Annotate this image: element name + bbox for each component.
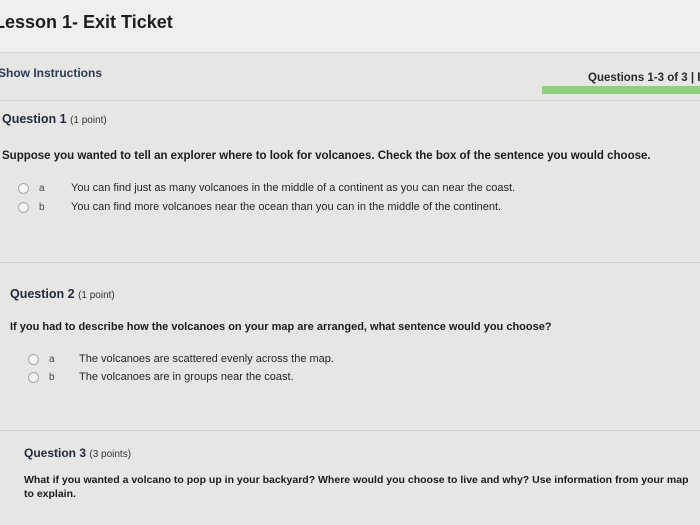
radio-button[interactable] [18, 201, 29, 213]
progress-bar [542, 86, 700, 94]
question-1-option-b[interactable]: b You can find more volcanoes near the o… [18, 199, 501, 215]
question-count: Questions 1-3 of 3 | P [588, 72, 700, 84]
option-letter: b [39, 201, 45, 213]
option-text: The volcanoes are in groups near the coa… [79, 371, 294, 383]
option-text: You can find just as many volcanoes in t… [71, 182, 516, 194]
question-3-points: (3 points) [89, 449, 132, 460]
radio-button[interactable] [28, 371, 39, 383]
option-letter: b [49, 371, 55, 383]
progress-bar-fill [542, 86, 700, 94]
question-1-option-a[interactable]: a You can find just as many volcanoes in… [18, 180, 515, 196]
question-1-prompt: Suppose you wanted to tell an explorer w… [2, 150, 651, 162]
question-2-prompt: If you had to describe how the volcanoes… [10, 321, 552, 333]
option-letter: a [49, 353, 55, 365]
option-text: The volcanoes are scattered evenly acros… [79, 353, 334, 365]
question-3-heading: Question 3 (3 points) [24, 446, 131, 460]
show-instructions-link[interactable]: Show Instructions [0, 66, 102, 80]
question-1-heading: Question 1 (1 point) [2, 112, 107, 126]
question-2-points: (1 point) [78, 290, 115, 301]
question-1-label: Question 1 [2, 112, 67, 126]
page-header: Lesson 1- Exit Ticket [0, 0, 700, 53]
divider [0, 100, 700, 101]
question-3-prompt: What if you wanted a volcano to pop up i… [24, 474, 689, 500]
page-title: Lesson 1- Exit Ticket [0, 12, 173, 32]
question-1-points: (1 point) [70, 115, 107, 126]
question-2-label: Question 2 [10, 287, 75, 301]
question-2-heading: Question 2 (1 point) [10, 287, 115, 301]
radio-button[interactable] [18, 182, 29, 194]
radio-button[interactable] [28, 353, 39, 365]
divider [0, 430, 700, 431]
question-2-option-a[interactable]: a The volcanoes are scattered evenly acr… [28, 351, 334, 367]
option-letter: a [39, 182, 45, 194]
question-3-label: Question 3 [24, 446, 87, 460]
divider [0, 262, 700, 263]
option-text: You can find more volcanoes near the oce… [71, 201, 502, 213]
question-2-option-b[interactable]: b The volcanoes are in groups near the c… [28, 369, 294, 385]
